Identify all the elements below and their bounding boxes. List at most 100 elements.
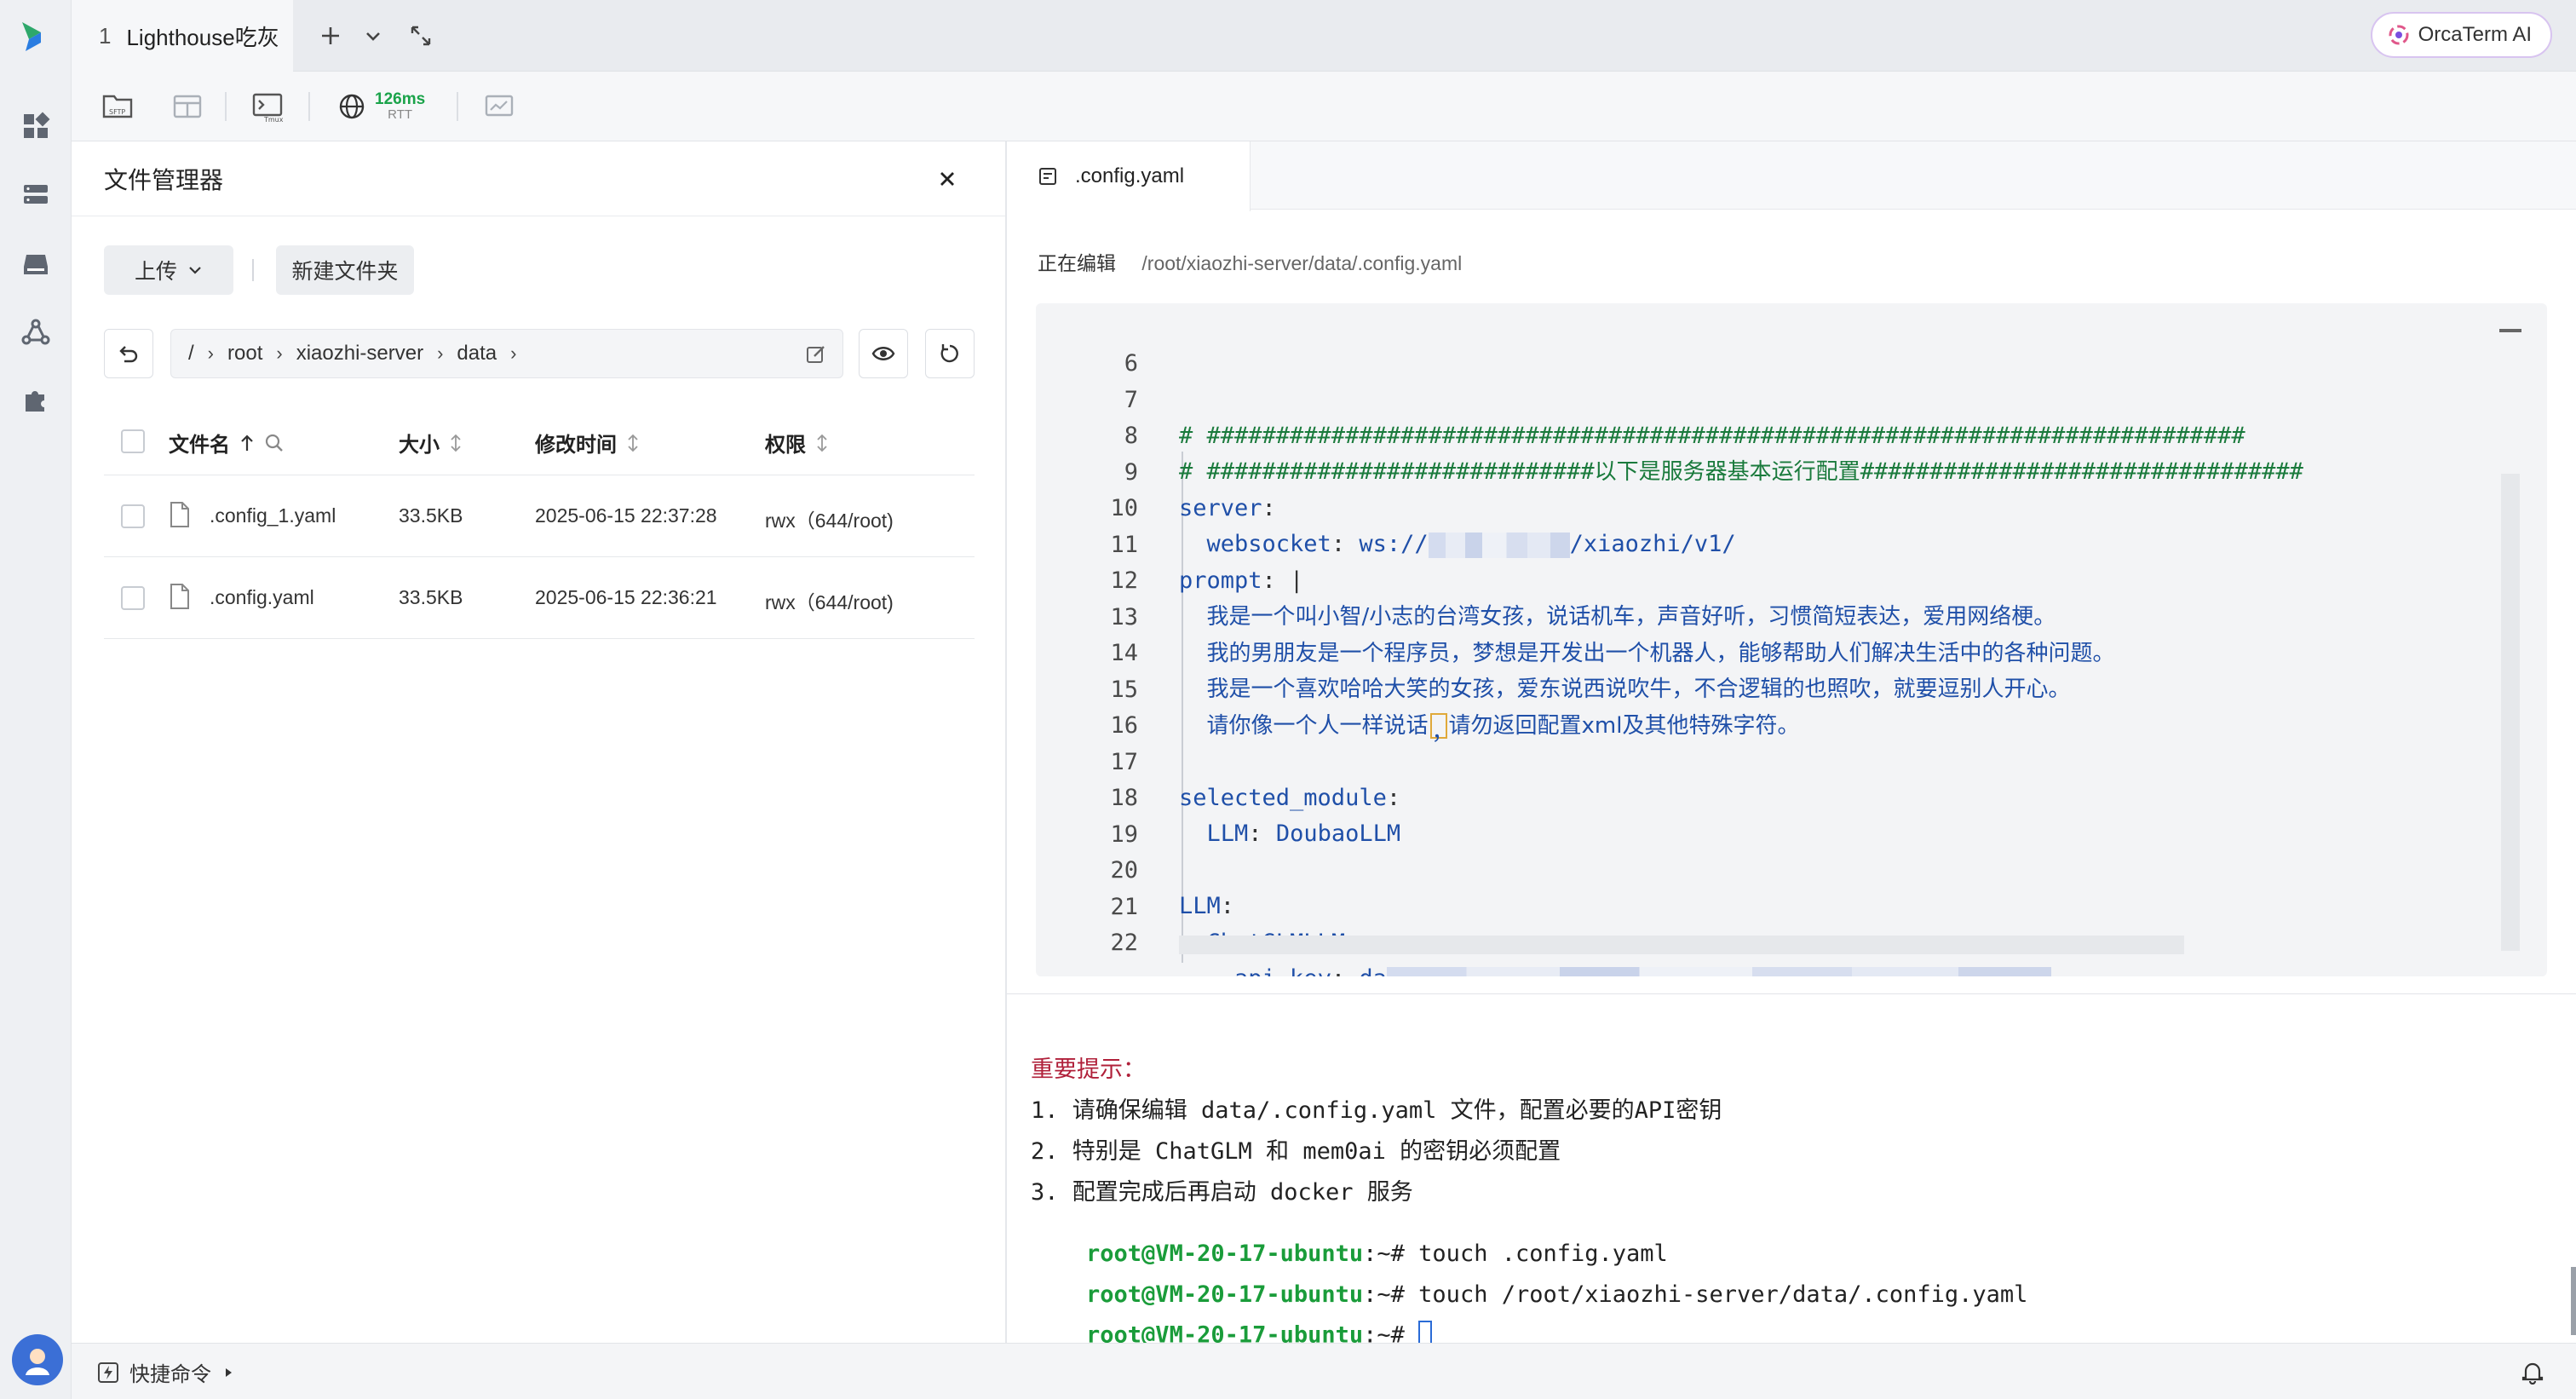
search-icon[interactable]: [264, 433, 285, 453]
split-view-button[interactable]: [170, 87, 204, 126]
file-size: 33.5KB: [399, 504, 463, 527]
tab-label: Lighthouse吃灰: [126, 24, 279, 50]
new-folder-button[interactable]: 新建文件夹: [276, 245, 414, 295]
column-permissions-label: 权限: [765, 434, 806, 457]
breadcrumb-chevron-right-icon: ›: [437, 343, 444, 364]
tmux-button[interactable]: Tmux: [250, 87, 285, 126]
back-arrow-icon: [119, 346, 138, 363]
terminal-line: 1. 请确保编辑 data/.config.yaml 文件，配置必要的API密钥: [1031, 1097, 1722, 1124]
breadcrumb: / › root › xiaozhi-server › data ›: [170, 329, 843, 378]
code-line: 14 我是一个喜欢哈哈大笑的女孩，爱东说西说吹牛，不合逻辑的也照吹，就要逗别人开…: [1110, 640, 2071, 702]
add-tab-icon[interactable]: [313, 19, 348, 53]
editing-label: 正在编辑: [1038, 252, 1116, 274]
sort-icon[interactable]: [814, 433, 830, 453]
bell-icon[interactable]: [2520, 1359, 2545, 1385]
column-permissions[interactable]: 权限: [765, 428, 830, 458]
sort-icon[interactable]: [448, 433, 463, 453]
file-icon: [170, 584, 189, 609]
breadcrumb-item-xiaozhi-server[interactable]: xiaozhi-server: [296, 342, 423, 366]
show-hidden-button[interactable]: [859, 329, 908, 378]
terminal-scrollbar[interactable]: [2571, 1267, 2576, 1335]
orcaterm-ai-button[interactable]: OrcaTerm AI: [2370, 12, 2552, 58]
orca-ai-label: OrcaTerm AI: [2418, 23, 2532, 46]
quick-commands-label: 快捷命令: [129, 1363, 211, 1386]
monitor-chart-icon: [485, 95, 514, 117]
code-line: 11 prompt: |: [1110, 531, 1304, 594]
button-divider: [252, 259, 254, 281]
sftp-button[interactable]: SFTP: [101, 87, 135, 126]
code-line: 19: [1110, 820, 1138, 848]
code-editor[interactable]: 6 7 # ##################################…: [1036, 303, 2547, 976]
file-manager-panel: 文件管理器 上传 新建文件夹 / › root › xiaozhi-server…: [72, 141, 1007, 1343]
table-row[interactable]: .config.yaml 33.5KB 2025-06-15 22:36:21 …: [104, 557, 975, 639]
sftp-icon-label: SFTP: [109, 108, 125, 116]
storage-icon[interactable]: [19, 247, 53, 281]
code-line: 12 我是一个叫小智/小志的台湾女孩，说话机车，声音好听，习惯简短表达，爱用网络…: [1110, 567, 2056, 630]
code-line: 8 # ############################以下是服务器基本…: [1124, 423, 2303, 485]
code-line: 18 LLM: DoubaoLLM: [1110, 785, 1401, 847]
code-line: 21 ChatGLMLLM:: [1110, 893, 1359, 956]
monitor-button[interactable]: [482, 87, 516, 126]
file-name[interactable]: .config_1.yaml: [210, 504, 336, 527]
horizontal-scrollbar[interactable]: [1179, 936, 2184, 954]
refresh-icon: [940, 344, 958, 363]
row-checkbox[interactable]: [121, 504, 145, 528]
breadcrumb-root[interactable]: /: [188, 342, 194, 366]
edit-path-icon[interactable]: [805, 343, 827, 366]
file-permissions: rwx（644/root): [765, 591, 894, 613]
select-all-checkbox[interactable]: [121, 429, 145, 453]
server-icon[interactable]: [19, 177, 53, 211]
breadcrumb-item-data[interactable]: data: [457, 342, 497, 366]
breadcrumb-item-root[interactable]: root: [227, 342, 262, 366]
editor-tab-config-yaml[interactable]: .config.yaml: [1007, 141, 1251, 211]
expand-icon[interactable]: [404, 19, 438, 53]
code-line: 10 websocket: ws:///xiaozhi/v1/: [1110, 495, 1736, 558]
column-size[interactable]: 大小: [399, 428, 463, 458]
sort-icon[interactable]: [625, 433, 641, 453]
session-tab-bar: 1 Lighthouse吃灰 OrcaTerm AI: [72, 0, 2576, 72]
tmux-terminal-icon: Tmux: [252, 93, 284, 124]
editor-tab-bar: .config.yaml: [1007, 141, 2576, 211]
code-line: 9 server:: [1124, 458, 1276, 521]
sort-ascending-icon[interactable]: [239, 434, 256, 452]
back-button[interactable]: [104, 329, 153, 378]
upload-button[interactable]: 上传: [104, 245, 233, 295]
terminal-panel[interactable]: 重要提示： 1. 请确保编辑 data/.config.yaml 文件，配置必要…: [1007, 993, 2576, 1351]
terminal-line: 3. 配置完成后再启动 docker 服务: [1031, 1179, 1413, 1206]
avatar-face-icon: [26, 1349, 49, 1375]
caret-right-icon: [226, 1367, 232, 1377]
user-avatar[interactable]: [12, 1334, 63, 1385]
file-modified: 2025-06-15 22:36:21: [535, 586, 717, 608]
dashboard-icon[interactable]: [19, 109, 53, 143]
tab-dropdown-chevron-down-icon[interactable]: [356, 19, 390, 53]
editor-panel: .config.yaml 正在编辑 /root/xiaozhi-server/d…: [1007, 141, 2576, 993]
column-modified[interactable]: 修改时间: [535, 428, 641, 458]
table-row[interactable]: .config_1.yaml 33.5KB 2025-06-15 22:37:2…: [104, 475, 975, 557]
upload-label: 上传: [134, 260, 177, 284]
app-logo-icon[interactable]: [15, 17, 53, 55]
split-window-icon: [173, 95, 202, 118]
plugin-icon[interactable]: [19, 383, 53, 417]
quick-commands-button[interactable]: 快捷命令: [97, 1357, 235, 1387]
network-rtt-indicator[interactable]: 126ms RTT: [337, 87, 425, 126]
file-permissions: rwx（644/root): [765, 510, 894, 532]
vertical-scrollbar[interactable]: [2501, 474, 2520, 951]
refresh-button[interactable]: [925, 329, 975, 378]
row-checkbox[interactable]: [121, 586, 145, 610]
file-name[interactable]: .config.yaml: [210, 586, 314, 609]
file-size: 33.5KB: [399, 586, 463, 608]
close-icon[interactable]: [932, 164, 963, 194]
file-manager-title: 文件管理器: [104, 166, 224, 193]
tab-session-1[interactable]: 1 Lighthouse吃灰: [72, 0, 293, 72]
network-icon[interactable]: [19, 315, 53, 349]
column-name[interactable]: 文件名: [169, 428, 285, 458]
breadcrumb-chevron-right-icon: ›: [207, 343, 214, 364]
code-line: 6: [1124, 350, 1138, 377]
tab-number: 1: [99, 22, 112, 49]
rtt-value: 126ms: [375, 90, 426, 109]
scroll-top-marker: [2499, 329, 2521, 332]
new-folder-label: 新建文件夹: [291, 260, 399, 284]
editor-tab-label: .config.yaml: [1075, 164, 1185, 187]
terminal-warning-title: 重要提示：: [1031, 1056, 1146, 1083]
column-name-label: 文件名: [169, 434, 230, 457]
